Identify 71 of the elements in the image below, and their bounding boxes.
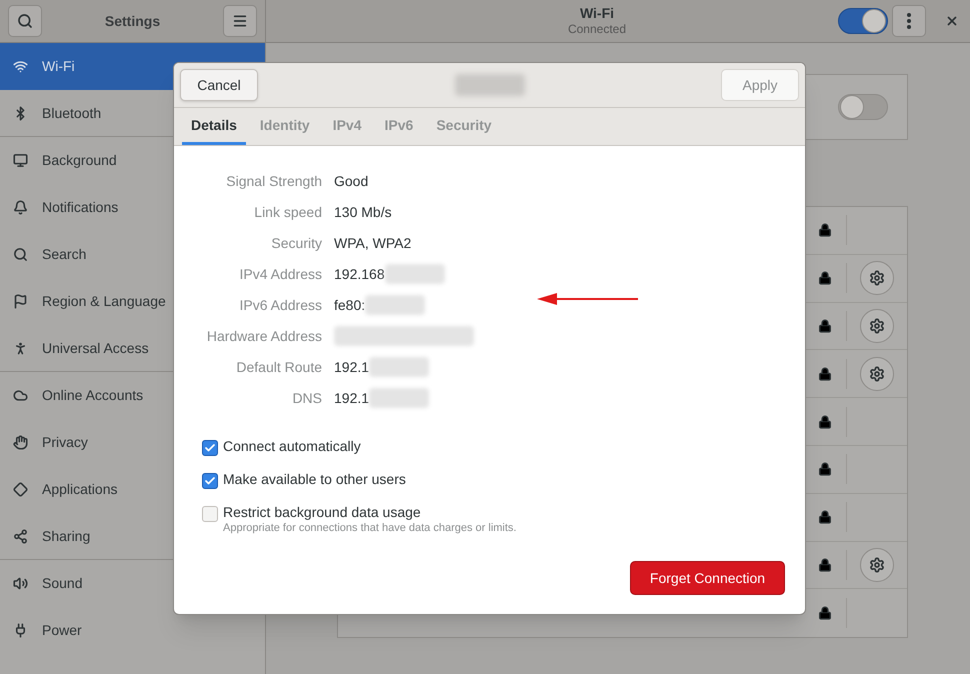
wifi-icon xyxy=(13,59,28,74)
option-label: Make available to other users xyxy=(223,471,406,488)
check-icon xyxy=(204,475,216,487)
detail-value: 192.1 xyxy=(334,358,370,376)
person-icon xyxy=(13,340,28,356)
settings-button[interactable] xyxy=(860,308,894,343)
diamond-icon xyxy=(13,482,28,497)
lock-icon xyxy=(818,223,832,238)
blurred-text xyxy=(384,264,445,284)
settings-button[interactable] xyxy=(860,356,894,391)
hand-icon xyxy=(13,435,28,450)
detail-value: 192.168 xyxy=(334,264,385,284)
checkbox[interactable] xyxy=(202,440,218,456)
settings-button[interactable] xyxy=(860,548,894,582)
plug-icon xyxy=(13,623,28,638)
detail-label: Signal Strength xyxy=(226,172,322,191)
detail-label: DNS xyxy=(292,388,322,408)
checkbox[interactable] xyxy=(202,506,218,522)
more-button[interactable] xyxy=(892,5,926,37)
detail-label: IPv4 Address xyxy=(240,264,322,284)
option-label: Connect automatically xyxy=(223,438,361,456)
settings-icon xyxy=(869,318,885,334)
window-subtitle: Connected xyxy=(568,22,626,38)
wifi-switch[interactable] xyxy=(838,8,888,34)
blurred-text xyxy=(365,295,426,315)
close-icon xyxy=(945,14,959,28)
search-button[interactable] xyxy=(8,5,42,37)
lock-icon xyxy=(818,271,832,286)
speaker-icon xyxy=(13,576,28,591)
forget-connection-button[interactable]: Forget Connection xyxy=(630,561,785,596)
lock-icon xyxy=(818,366,832,381)
blurred-text xyxy=(369,357,430,377)
check-icon xyxy=(204,442,216,454)
blurred-title xyxy=(454,74,524,96)
settings-icon xyxy=(869,556,885,573)
lock-icon xyxy=(818,318,832,333)
bell-icon xyxy=(13,200,28,215)
lock-icon xyxy=(818,414,832,429)
checkbox[interactable] xyxy=(202,473,218,489)
airplane-switch[interactable] xyxy=(838,94,888,120)
detail-value: Good xyxy=(334,172,368,190)
window-title: Wi-Fi xyxy=(580,4,614,22)
settings-icon xyxy=(869,270,885,286)
more-icon xyxy=(907,13,911,29)
detail-value: fe80: xyxy=(334,296,366,314)
menu-icon xyxy=(232,13,248,29)
detail-value: WPA, WPA2 xyxy=(334,234,412,252)
menu-button[interactable] xyxy=(222,5,257,37)
detail-label: Link speed xyxy=(254,202,322,222)
lock-icon xyxy=(818,510,832,524)
lock-icon xyxy=(818,462,832,476)
cancel-button[interactable]: Cancel xyxy=(180,69,258,101)
share-icon xyxy=(13,528,28,544)
detail-label: IPv6 Address xyxy=(240,296,322,314)
search-icon xyxy=(13,247,28,262)
detail-value: 192.1 xyxy=(334,388,370,408)
settings-icon xyxy=(869,366,885,382)
search-icon xyxy=(17,13,33,29)
lock-icon xyxy=(818,606,832,620)
cloud-icon xyxy=(13,388,28,403)
lock-icon xyxy=(818,558,832,572)
tab[interactable]: Details xyxy=(182,109,246,145)
detail-label: Security xyxy=(271,234,322,253)
monitor-icon xyxy=(13,153,28,168)
sidebar-item[interactable]: Sound xyxy=(0,560,265,607)
flag-icon xyxy=(13,294,28,309)
sidebar-title: Settings xyxy=(104,12,160,31)
blurred-text xyxy=(369,388,430,408)
detail-value: 130 Mb/s xyxy=(334,202,392,222)
sidebar-item[interactable]: Power xyxy=(0,607,265,654)
settings-button[interactable] xyxy=(860,261,894,296)
